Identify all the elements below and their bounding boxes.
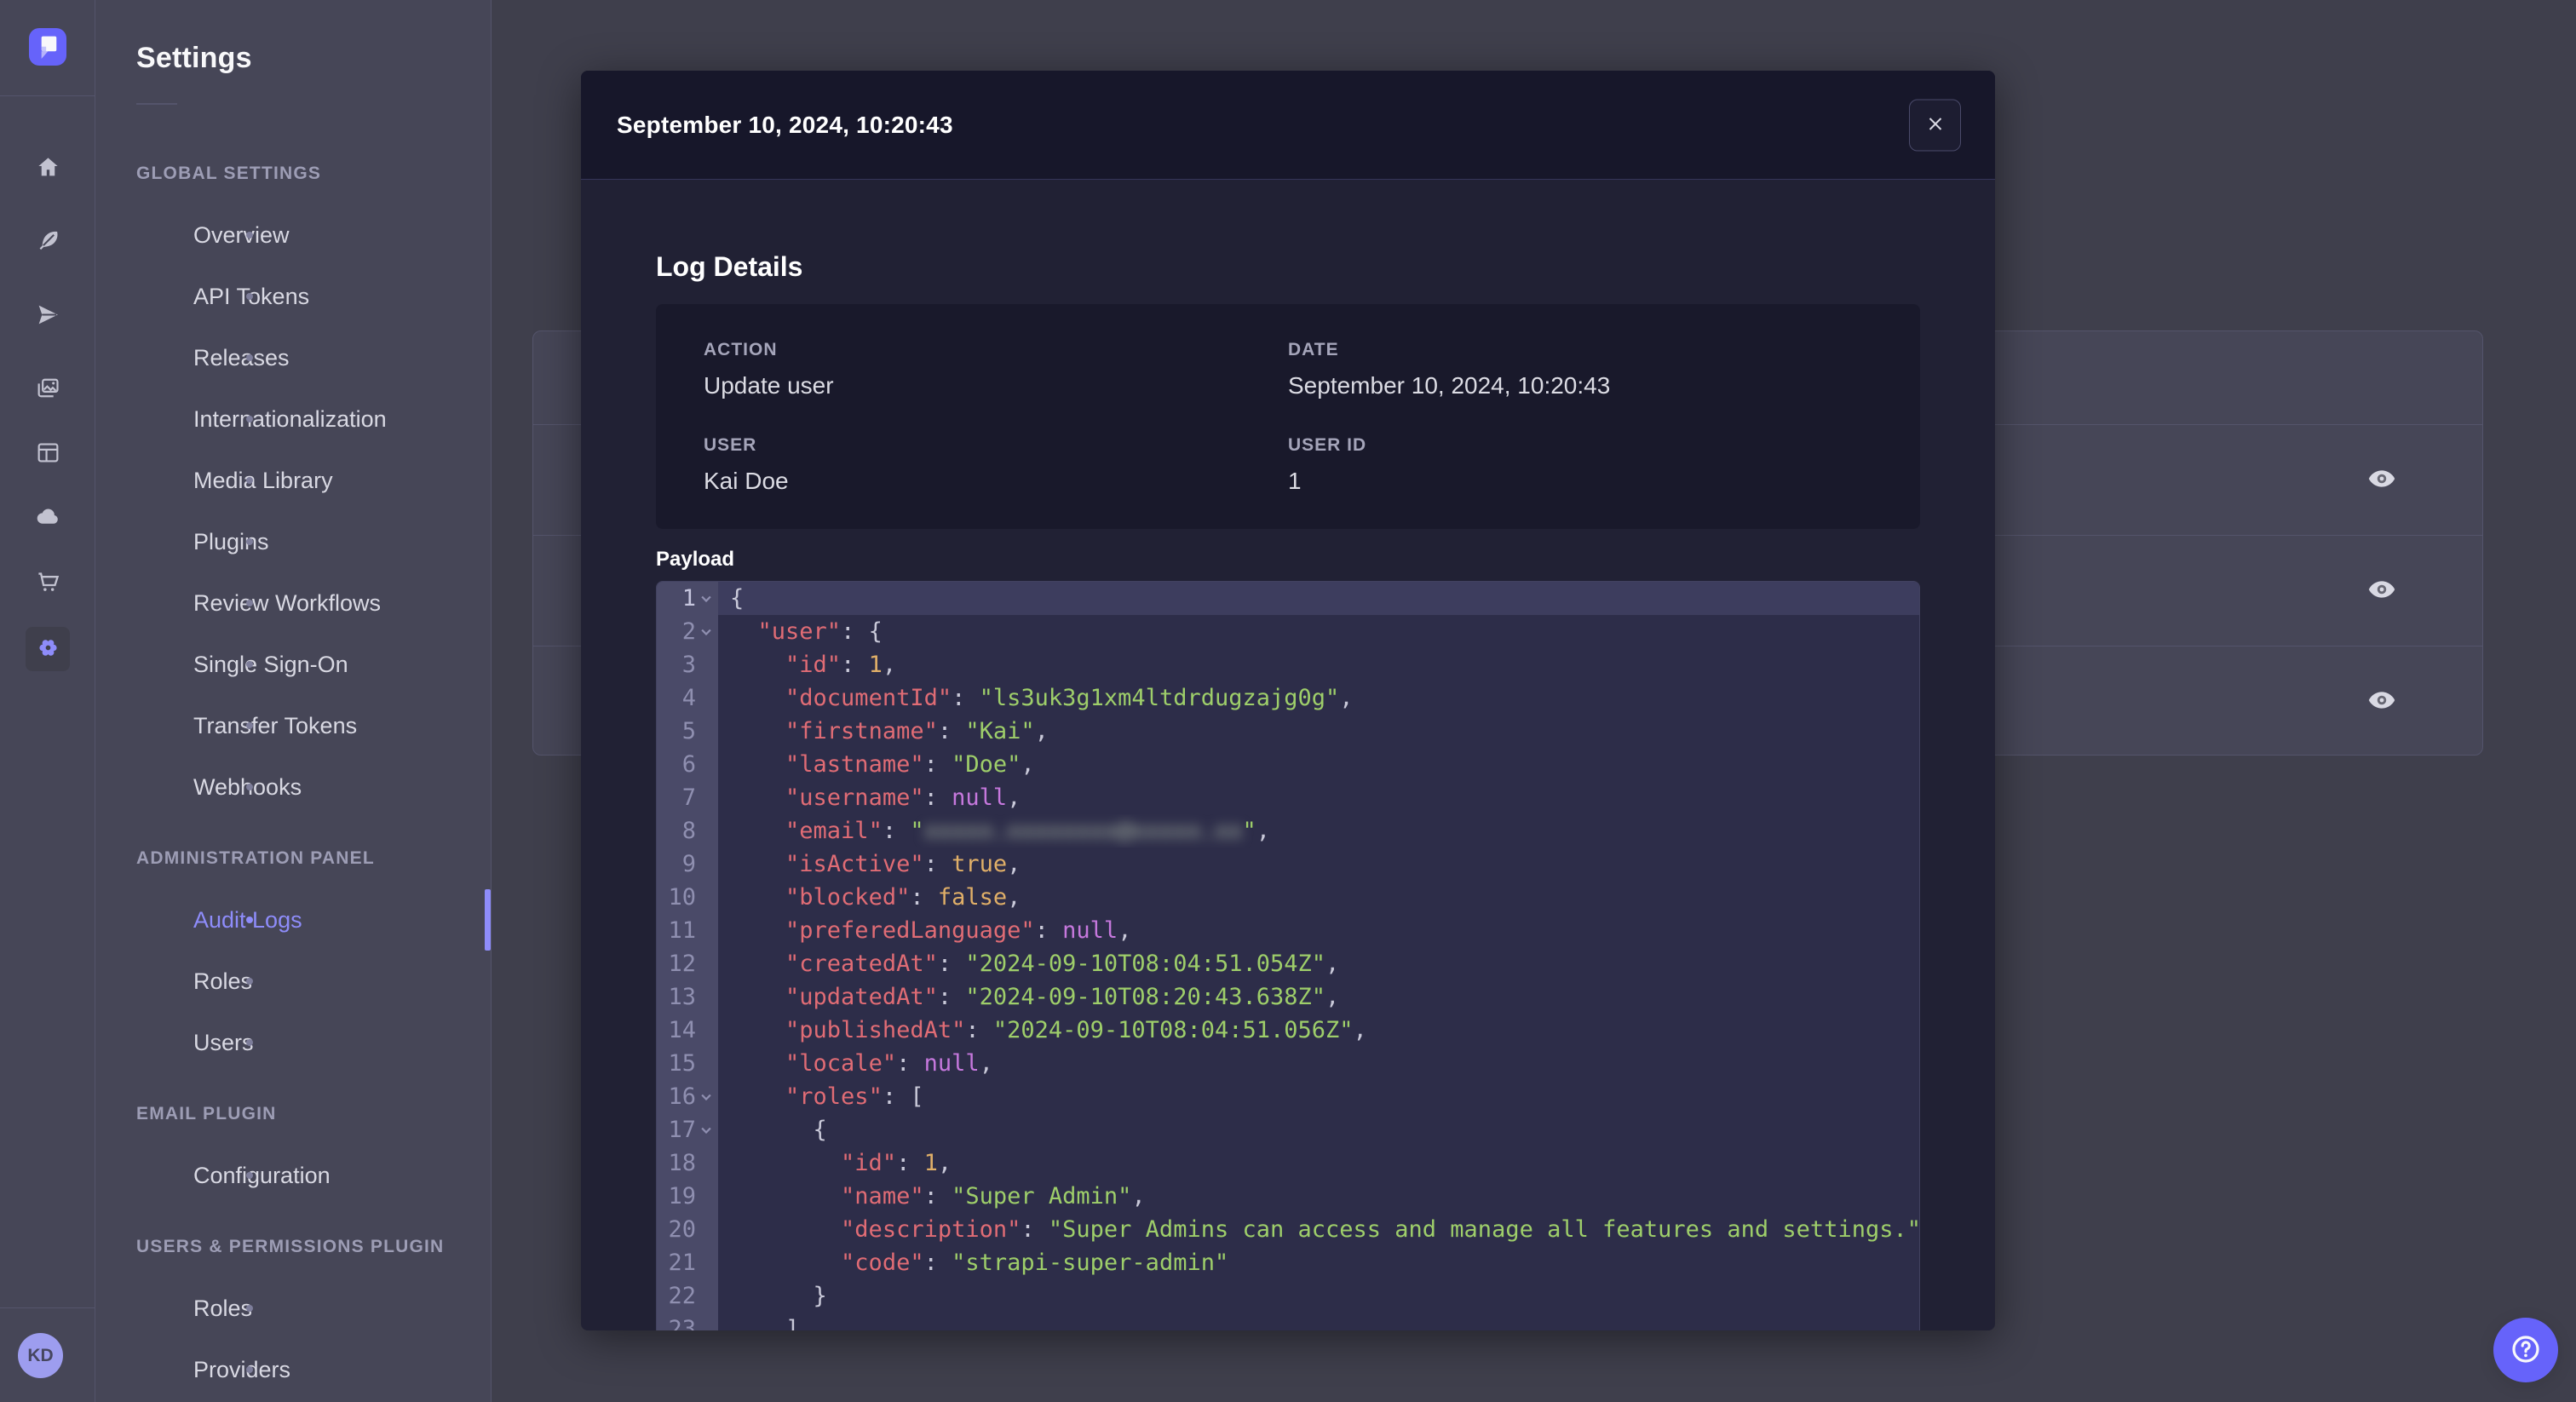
- line-number: 4: [657, 681, 718, 715]
- code-text: "lastname": "Doe",: [785, 751, 1035, 778]
- modal-body: Log Details ACTION Update user DATE Septemb…: [581, 180, 1995, 1330]
- code-line: 5 "firstname": "Kai",: [657, 715, 1919, 748]
- code-text: {: [718, 582, 1919, 615]
- close-button[interactable]: [1909, 99, 1961, 151]
- line-number: 15: [657, 1047, 718, 1080]
- detail-field: USER Kai Doe: [704, 435, 1288, 493]
- line-number: 17: [657, 1113, 718, 1146]
- code-text: "username": null,: [785, 784, 1021, 811]
- detail-value: 1: [1288, 468, 1302, 494]
- code-line: 21 "code": "strapi-super-admin": [657, 1246, 1919, 1279]
- code-text: {: [730, 1117, 827, 1143]
- code-line: 11 "preferedLanguage": null,: [657, 914, 1919, 947]
- code-line: 14 "publishedAt": "2024-09-10T08:04:51.0…: [657, 1014, 1919, 1047]
- detail-field: USER ID 1: [1288, 435, 1872, 493]
- code-text: "id": 1,: [785, 652, 897, 678]
- code-text: "createdAt": "2024-09-10T08:04:51.054Z",: [785, 951, 1340, 977]
- code-line: 9 "isActive": true,: [657, 848, 1919, 881]
- payload-label: Payload: [656, 548, 735, 571]
- line-number: 19: [657, 1180, 718, 1213]
- code-line: 4 "documentId": "ls3uk3g1xm4ltdrdugzajg0…: [657, 681, 1919, 715]
- code-line: 18 "id": 1,: [657, 1146, 1919, 1180]
- modal-header: September 10, 2024, 10:20:43: [581, 71, 1995, 180]
- code-line: 23 ]: [657, 1313, 1919, 1330]
- code-line: 13 "updatedAt": "2024-09-10T08:20:43.638…: [657, 980, 1919, 1014]
- line-number: 16: [657, 1080, 718, 1113]
- code-text: "description": "Super Admins can access …: [841, 1216, 1919, 1243]
- detail-label: DATE: [1288, 340, 1339, 359]
- code-line: 20 "description": "Super Admins can acce…: [657, 1213, 1919, 1246]
- code-line: 10 "blocked": false,: [657, 881, 1919, 914]
- log-details-card: ACTION Update user DATE September 10, 2024,…: [656, 304, 1920, 529]
- code-line: 6 "lastname": "Doe",: [657, 748, 1919, 781]
- line-number: 22: [657, 1279, 718, 1313]
- line-number: 7: [657, 781, 718, 814]
- detail-value: Update user: [704, 372, 834, 399]
- detail-field: DATE September 10, 2024, 10:20:43: [1288, 340, 1872, 398]
- code-text: "isActive": true,: [785, 851, 1021, 877]
- line-number: 20: [657, 1213, 718, 1246]
- line-number: 13: [657, 980, 718, 1014]
- log-details-title: Log Details: [656, 251, 803, 282]
- code-text: "user": {: [757, 618, 883, 645]
- detail-value: September 10, 2024, 10:20:43: [1288, 372, 1611, 399]
- fold-chevron-icon[interactable]: [700, 582, 714, 615]
- code-line: 7 "username": null,: [657, 781, 1919, 814]
- code-line: 1{: [657, 582, 1919, 615]
- code-text: ]: [730, 1316, 800, 1330]
- line-number: 18: [657, 1146, 718, 1180]
- fold-chevron-icon[interactable]: [700, 1113, 714, 1146]
- code-text: "firstname": "Kai",: [785, 718, 1049, 744]
- detail-value: Kai Doe: [704, 468, 789, 494]
- fold-chevron-icon[interactable]: [700, 615, 714, 648]
- code-text: "roles": [: [785, 1083, 924, 1110]
- line-number: 2: [657, 615, 718, 648]
- code-line: 15 "locale": null,: [657, 1047, 1919, 1080]
- detail-label: USER: [704, 435, 757, 455]
- code-text: "blocked": false,: [785, 884, 1021, 911]
- line-number: 12: [657, 947, 718, 980]
- line-number: 1: [657, 582, 718, 615]
- line-number: 5: [657, 715, 718, 748]
- line-number: 10: [657, 881, 718, 914]
- code-line: 12 "createdAt": "2024-09-10T08:04:51.054…: [657, 947, 1919, 980]
- line-number: 11: [657, 914, 718, 947]
- code-text: "email": "xxxxx.xxxxxxxx@xxxxx.xx",: [785, 818, 1271, 844]
- line-number: 6: [657, 748, 718, 781]
- fold-chevron-icon[interactable]: [700, 1080, 714, 1113]
- payload-code-editor[interactable]: 1{2 "user": {3 "id": 1, 4 "documentId": "…: [656, 581, 1920, 1330]
- code-text: "locale": null,: [785, 1050, 993, 1077]
- line-number: 21: [657, 1246, 718, 1279]
- code-text: "code": "strapi-super-admin": [841, 1250, 1229, 1276]
- code-line: 19 "name": "Super Admin",: [657, 1180, 1919, 1213]
- line-number: 9: [657, 848, 718, 881]
- code-line: 8 "email": "xxxxx.xxxxxxxx@xxxxx.xx",: [657, 814, 1919, 848]
- strapi-admin-app: KD Settings GLOBAL SETTINGS Overview API T…: [0, 0, 2576, 1402]
- log-details-modal: September 10, 2024, 10:20:43 Log Details…: [581, 71, 1995, 1330]
- modal-title: September 10, 2024, 10:20:43: [617, 111, 953, 138]
- detail-label: USER ID: [1288, 435, 1367, 455]
- close-icon: [1925, 113, 1946, 136]
- line-number: 14: [657, 1014, 718, 1047]
- code-text: "documentId": "ls3uk3g1xm4ltdrdugzajg0g"…: [785, 685, 1354, 711]
- line-number: 23: [657, 1313, 718, 1330]
- code-text: "updatedAt": "2024-09-10T08:20:43.638Z",: [785, 984, 1340, 1010]
- code-line: 3 "id": 1,: [657, 648, 1919, 681]
- code-text: "name": "Super Admin",: [841, 1183, 1146, 1210]
- code-text: "publishedAt": "2024-09-10T08:04:51.056Z…: [785, 1017, 1367, 1043]
- detail-field: ACTION Update user: [704, 340, 1288, 398]
- code-text: "preferedLanguage": null,: [785, 917, 1132, 944]
- code-text: "id": 1,: [841, 1150, 952, 1176]
- line-number: 3: [657, 648, 718, 681]
- code-line: 16 "roles": [: [657, 1080, 1919, 1113]
- detail-label: ACTION: [704, 340, 778, 359]
- code-line: 17 {: [657, 1113, 1919, 1146]
- code-line: 22 }: [657, 1279, 1919, 1313]
- line-number: 8: [657, 814, 718, 848]
- code-text: }: [730, 1283, 827, 1309]
- code-line: 2 "user": {: [657, 615, 1919, 648]
